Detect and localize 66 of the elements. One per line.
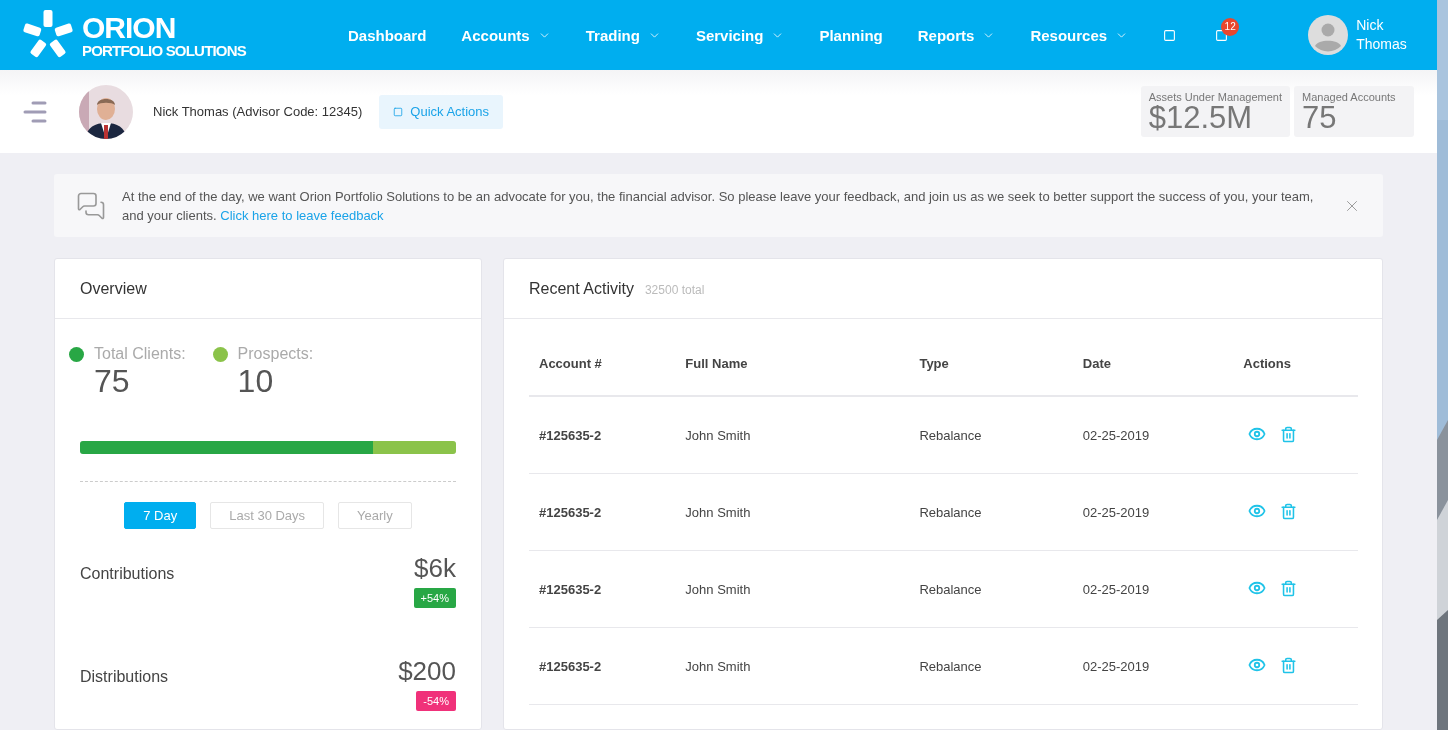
metric-label: Distributions — [80, 668, 169, 687]
stat-value: $12.5M — [1148, 103, 1253, 134]
trash-icon[interactable] — [1280, 579, 1298, 597]
nav-link[interactable]: Accounts — [461, 26, 551, 44]
trash-icon[interactable] — [1280, 425, 1298, 443]
square-icon — [393, 106, 404, 117]
column-header: Actions — [1233, 331, 1358, 396]
nav-link[interactable]: Resources — [1030, 26, 1129, 44]
square-icon[interactable] — [1215, 28, 1229, 42]
advisor-name: Nick Thomas (Advisor Code: 12345) — [153, 104, 363, 119]
table-cell: 02-25-2019 — [1072, 473, 1234, 551]
metric-value: $200 — [398, 656, 456, 687]
table-cell: Rebalance — [909, 550, 1073, 628]
table-cell: #125635-2 — [529, 396, 676, 474]
table-cell: Rebalance — [909, 627, 1073, 705]
column-header: Type — [909, 331, 1073, 396]
nav-link[interactable]: Servicing — [695, 26, 785, 44]
column-header: Full Name — [675, 331, 910, 396]
trash-icon[interactable] — [1280, 656, 1298, 674]
chat-bubbles-icon — [76, 190, 106, 221]
column-header: Date — [1072, 331, 1234, 396]
total-count: 32500 total — [644, 283, 705, 297]
count-value: 75 — [94, 363, 131, 399]
stat-label: Managed Accounts — [1302, 91, 1397, 104]
table-cell: 02-25-2019 — [1072, 550, 1234, 628]
table-cell: John Smith — [675, 473, 910, 551]
count-label: Total Clients: — [94, 345, 186, 363]
period-tab[interactable]: Yearly — [338, 502, 412, 529]
brand-tagline: PORTFOLIO SOLUTIONS — [82, 42, 246, 58]
count-label: Prospects: — [237, 345, 314, 363]
table-cell: Rebalance — [909, 396, 1073, 474]
card-title: Overview — [80, 279, 147, 298]
menu-icon[interactable] — [23, 100, 47, 123]
notification-badge: 12 — [1221, 17, 1240, 36]
nav-link[interactable]: Dashboard — [348, 26, 427, 44]
nav-link[interactable]: Planning — [819, 26, 883, 44]
quick-actions-button[interactable]: Quick Actions — [379, 94, 504, 129]
table-cell: #125635-2 — [529, 627, 676, 705]
metric-label: Contributions — [80, 565, 175, 584]
feedback-link[interactable]: Click here to leave feedback — [220, 207, 384, 223]
trash-icon[interactable] — [1280, 502, 1298, 520]
nav-link[interactable]: Reports — [917, 26, 996, 44]
table-cell: 02-25-2019 — [1072, 627, 1234, 705]
table-cell: John Smith — [675, 550, 910, 628]
change-badge: +54% — [413, 588, 456, 608]
table-cell: John Smith — [675, 396, 910, 474]
nav-link[interactable]: Trading — [585, 26, 661, 44]
period-tab[interactable]: 7 Day — [124, 502, 197, 529]
table-cell: Rebalance — [909, 473, 1073, 551]
count-value: 10 — [237, 363, 275, 399]
column-header: Account # — [529, 331, 676, 396]
table-cell: 02-25-2019 — [1072, 396, 1234, 474]
stat-label: Assets Under Management — [1148, 91, 1282, 104]
period-tab[interactable]: Last 30 Days — [210, 502, 325, 529]
user-name[interactable]: Nick Thomas — [1356, 16, 1407, 54]
table-cell: #125635-2 — [529, 473, 676, 551]
square-icon[interactable] — [1163, 28, 1177, 42]
user-avatar-icon[interactable] — [1308, 15, 1349, 55]
brand-name: ORION — [82, 12, 177, 43]
metric-value: $6k — [414, 553, 456, 584]
stat-value: 75 — [1302, 103, 1337, 134]
card-title: Recent Activity — [529, 279, 634, 298]
feedback-message: At the end of the day, we want Orion Portfolio Solutions to be an advocate for you, the financial advisor. So please leave your feedback, and join us as we seek to better support the success of you, your team, and your clients. Click here to leave feedback — [122, 187, 1315, 225]
table-cell: John Smith — [675, 627, 910, 705]
change-badge: -54% — [416, 691, 456, 711]
table-cell: #125635-2 — [529, 550, 676, 628]
